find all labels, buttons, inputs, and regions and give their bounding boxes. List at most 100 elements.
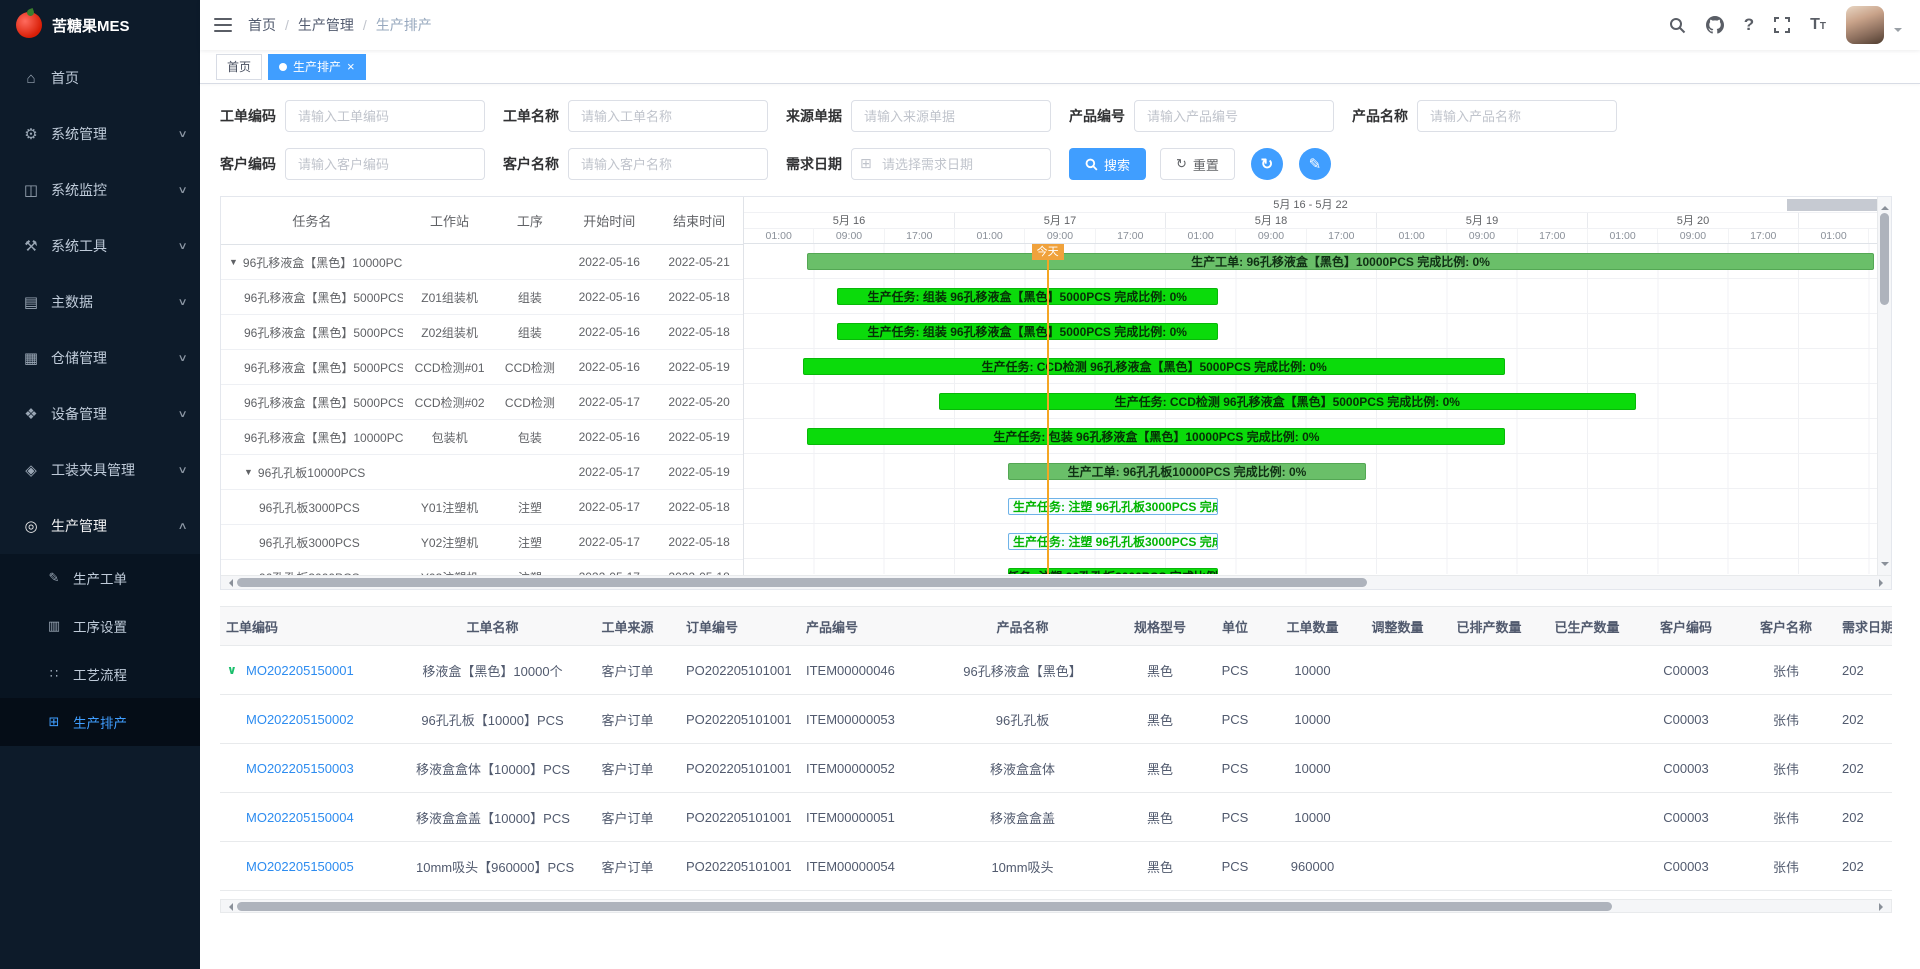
app-logo[interactable]: 苦糖果MES xyxy=(0,0,200,50)
table-horizontal-scrollbar[interactable] xyxy=(220,899,1892,913)
fullscreen-icon[interactable] xyxy=(1774,17,1790,33)
chevron-down-icon: ∨ xyxy=(177,129,187,140)
filter-input-product-code[interactable] xyxy=(1134,100,1334,132)
github-icon[interactable] xyxy=(1706,16,1724,34)
scroll-left-icon[interactable] xyxy=(225,903,233,911)
sidebar-toggle-icon[interactable] xyxy=(214,17,232,33)
filter-input-source-doc[interactable] xyxy=(851,100,1051,132)
collapse-triangle-icon[interactable]: ▼ xyxy=(229,257,238,267)
scroll-right-icon[interactable] xyxy=(1879,579,1887,587)
sidebar-subitem-process-settings[interactable]: ▥工序设置 xyxy=(0,602,200,650)
horizontal-scroll-thumb[interactable] xyxy=(237,902,1612,911)
sidebar-item-warehouse-management[interactable]: ▦仓储管理∨ xyxy=(0,330,200,386)
edit-button[interactable] xyxy=(1299,148,1331,180)
cell-name: 10mm吸头【960000】PCS xyxy=(410,857,575,876)
gantt-chart-row: 生产任务: 注塑 96孔孔板3000PCS 完成比例: 0% xyxy=(744,524,1877,559)
sidebar-item-system-monitor[interactable]: ◫系统监控∨ xyxy=(0,162,200,218)
cell-spec: 黑色 xyxy=(1120,759,1200,778)
gantt-bar[interactable]: 生产任务: 注塑 96孔孔板3000PCS 完成比例: 0% xyxy=(1008,533,1218,550)
filter-input-work-order-name[interactable] xyxy=(568,100,768,132)
gantt-vertical-scrollbar[interactable] xyxy=(1877,197,1891,575)
sidebar-item-master-data[interactable]: ▤主数据∨ xyxy=(0,274,200,330)
work-order-link[interactable]: MO202205150003 xyxy=(246,761,354,776)
gantt-task-row[interactable]: ▼96孔移液盒【黑色】10000PCS2022-05-162022-05-21 xyxy=(221,245,743,280)
table-row[interactable]: MO202205150001移液盒【黑色】10000个客户订单PO2022051… xyxy=(220,646,1892,695)
search-icon[interactable] xyxy=(1669,17,1686,34)
filter-input-customer-code[interactable] xyxy=(285,148,485,180)
sidebar-item-system-tools[interactable]: ⚒系统工具∨ xyxy=(0,218,200,274)
gantt-hours-row: 01:0009:0017:0001:0009:0017:0001:0009:00… xyxy=(744,229,1877,244)
sidebar-subitem-production-schedule[interactable]: ⊞生产排产 xyxy=(0,698,200,746)
search-button[interactable]: 搜索 xyxy=(1069,148,1146,180)
work-order-link[interactable]: MO202205150002 xyxy=(246,712,354,727)
work-order-link[interactable]: MO202205150004 xyxy=(246,810,354,825)
table-row[interactable]: MO202205150004移液盒盒盖【10000】PCS客户订单PO20220… xyxy=(220,793,1892,842)
gantt-left-body: ▼96孔移液盒【黑色】10000PCS2022-05-162022-05-219… xyxy=(221,245,743,575)
filter-field-product-code: 产品编号 xyxy=(1069,100,1334,132)
gantt-bar[interactable]: 生产任务: 组装 96孔移液盒【黑色】5000PCS 完成比例: 0% xyxy=(837,323,1218,340)
sidebar-item-home[interactable]: ⌂首页 xyxy=(0,50,200,106)
work-order-link[interactable]: MO202205150001 xyxy=(246,663,354,678)
gantt-task-row[interactable]: 96孔移液盒【黑色】5000PCSZ02组装机组装2022-05-162022-… xyxy=(221,315,743,350)
vertical-scroll-thumb[interactable] xyxy=(1880,213,1889,305)
sidebar-item-production-management[interactable]: ◎生产管理∧ xyxy=(0,498,200,554)
gantt-bar[interactable]: 生产工单: 96孔移液盒【黑色】10000PCS 完成比例: 0% xyxy=(807,253,1873,270)
filter-input-demand-date[interactable] xyxy=(851,148,1051,180)
gantt-task-row[interactable]: 96孔孔板3000PCSY02注塑机注塑2022-05-172022-05-18 xyxy=(221,525,743,560)
tab-home[interactable]: 首页 xyxy=(216,54,262,80)
close-tab-icon[interactable]: × xyxy=(347,60,355,73)
table-row[interactable]: MO20220515000510mm吸头【960000】PCS客户订单PO202… xyxy=(220,842,1892,891)
gantt-hour-label: 09:00 xyxy=(1025,229,1095,243)
horizontal-scroll-thumb[interactable] xyxy=(237,578,1367,587)
tab-production-schedule[interactable]: 生产排产 × xyxy=(268,54,366,80)
filter-input-product-name[interactable] xyxy=(1417,100,1617,132)
refresh-button[interactable] xyxy=(1251,148,1283,180)
scroll-down-icon[interactable] xyxy=(1881,562,1889,570)
scroll-left-icon[interactable] xyxy=(225,579,233,587)
collapse-triangle-icon[interactable]: ▼ xyxy=(244,467,253,477)
reset-button[interactable]: 重置 xyxy=(1160,148,1235,180)
gantt-bar[interactable]: 生产任务: 组装 96孔移液盒【黑色】5000PCS 完成比例: 0% xyxy=(837,288,1218,305)
gantt-scroll-hint[interactable] xyxy=(1787,199,1877,211)
gantt-bar[interactable]: 生产任务: 注塑 96孔孔板3000PCS 完成比例: 0% xyxy=(1008,568,1218,574)
cell-code: MO202205150005 xyxy=(220,859,410,874)
gantt-task-row[interactable]: 96孔孔板3000PCSY01注塑机注塑2022-05-172022-05-18 xyxy=(221,490,743,525)
scroll-right-icon[interactable] xyxy=(1879,903,1887,911)
filter-input-customer-name[interactable] xyxy=(568,148,768,180)
gantt-bar[interactable]: 生产任务: CCD检测 96孔移液盒【黑色】5000PCS 完成比例: 0% xyxy=(803,358,1505,375)
user-avatar[interactable] xyxy=(1846,6,1884,44)
table-column-header: 规格型号 xyxy=(1120,617,1200,636)
sidebar-subitem-process-flow[interactable]: ∷工艺流程 xyxy=(0,650,200,698)
sidebar-subitem-production-order[interactable]: ✎生产工单 xyxy=(0,554,200,602)
gantt-task-name: 96孔移液盒【黑色】5000PCS xyxy=(244,359,403,376)
work-order-link[interactable]: MO202205150005 xyxy=(246,859,354,874)
caret-down-icon[interactable] xyxy=(1894,28,1902,36)
breadcrumb-home[interactable]: 首页 xyxy=(248,15,276,35)
gantt-task-row[interactable]: 96孔移液盒【黑色】10000PCS包装机包装2022-05-162022-05… xyxy=(221,420,743,455)
gantt-task-row[interactable]: 96孔移液盒【黑色】5000PCSCCD检测#01CCD检测2022-05-16… xyxy=(221,350,743,385)
help-icon[interactable]: ? xyxy=(1744,15,1754,35)
filter-label-product-name: 产品名称 xyxy=(1352,106,1408,126)
gantt-task-name: 96孔移液盒【黑色】10000PCS xyxy=(243,254,403,271)
gantt-task-row[interactable]: 96孔移液盒【黑色】5000PCSCCD检测#02CCD检测2022-05-17… xyxy=(221,385,743,420)
gantt-bar[interactable]: 生产任务: 注塑 96孔孔板3000PCS 完成比例: 0% xyxy=(1008,498,1218,515)
filter-input-work-order-code[interactable] xyxy=(285,100,485,132)
table-row[interactable]: MO202205150003移液盒盒体【10000】PCS客户订单PO20220… xyxy=(220,744,1892,793)
gantt-horizontal-scrollbar[interactable] xyxy=(221,575,1891,589)
gantt-task-station: CCD检测#02 xyxy=(403,394,497,411)
sidebar-item-system-management[interactable]: ⚙系统管理∨ xyxy=(0,106,200,162)
font-size-icon[interactable]: TT xyxy=(1810,16,1826,34)
gantt-bar[interactable]: 生产任务: CCD检测 96孔移液盒【黑色】5000PCS 完成比例: 0% xyxy=(939,393,1636,410)
cell-spec: 黑色 xyxy=(1120,710,1200,729)
sidebar-item-fixture-management[interactable]: ◈工装夹具管理∨ xyxy=(0,442,200,498)
gantt-task-row[interactable]: 96孔移液盒【黑色】5000PCSZ01组装机组装2022-05-162022-… xyxy=(221,280,743,315)
sidebar-item-equipment-management[interactable]: ❖设备管理∨ xyxy=(0,386,200,442)
breadcrumb-production-management[interactable]: 生产管理 xyxy=(298,15,354,35)
scroll-up-icon[interactable] xyxy=(1881,202,1889,210)
gantt-bar[interactable]: 生产任务: 包装 96孔移液盒【黑色】10000PCS 完成比例: 0% xyxy=(807,428,1505,445)
gantt-bar[interactable]: 生产工单: 96孔孔板10000PCS 完成比例: 0% xyxy=(1008,463,1366,480)
gantt-task-row[interactable]: ▼96孔孔板10000PCS2022-05-172022-05-19 xyxy=(221,455,743,490)
expand-row-icon[interactable] xyxy=(227,663,237,677)
gantt-task-row[interactable]: 96孔孔板3000PCSY03注塑机注塑2022-05-172022-05-18 xyxy=(221,560,743,575)
table-row[interactable]: MO20220515000296孔孔板【10000】PCS客户订单PO20220… xyxy=(220,695,1892,744)
